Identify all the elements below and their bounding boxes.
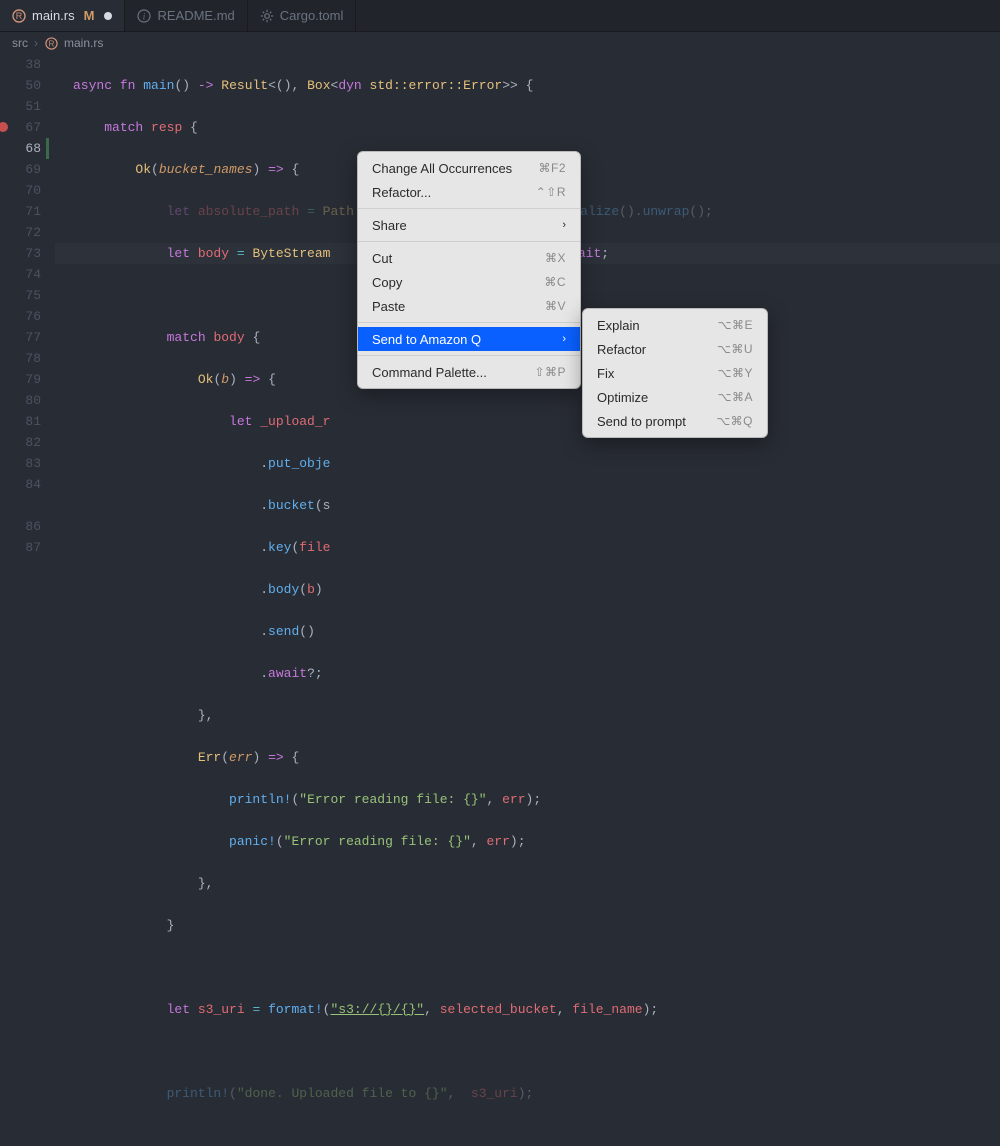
line-number: 51 [0, 96, 41, 117]
menu-copy[interactable]: Copy⌘C [358, 270, 580, 294]
menu-command-palette[interactable]: Command Palette...⇧⌘P [358, 360, 580, 384]
line-number [0, 495, 41, 516]
submenu-send-prompt[interactable]: Send to prompt⌥⌘Q [583, 409, 767, 433]
line-number: 82 [0, 432, 41, 453]
breadcrumb-file[interactable]: main.rs [64, 36, 103, 50]
menu-paste[interactable]: Paste⌘V [358, 294, 580, 318]
chevron-right-icon: › [562, 333, 566, 345]
line-number: 74 [0, 264, 41, 285]
menu-separator [358, 208, 580, 209]
line-number: 72 [0, 222, 41, 243]
line-number: 76 [0, 306, 41, 327]
info-file-icon: i [137, 9, 151, 23]
line-number: 70 [0, 180, 41, 201]
breakpoint-icon[interactable] [0, 122, 8, 132]
menu-share[interactable]: Share› [358, 213, 580, 237]
menu-change-occurrences[interactable]: Change All Occurrences⌘F2 [358, 156, 580, 180]
menu-cut[interactable]: Cut⌘X [358, 246, 580, 270]
gear-file-icon [260, 9, 274, 23]
line-number: 69 [0, 159, 41, 180]
line-number: 38 [0, 54, 41, 75]
line-number: 75 [0, 285, 41, 306]
svg-text:i: i [143, 11, 146, 21]
line-number: 87 [0, 537, 41, 558]
menu-separator [358, 355, 580, 356]
menu-separator [358, 322, 580, 323]
line-number: 67 [0, 117, 41, 138]
context-submenu-amazon-q: Explain⌥⌘E Refactor⌥⌘U Fix⌥⌘Y Optimize⌥⌘… [582, 308, 768, 438]
breadcrumb[interactable]: src › R main.rs [0, 32, 1000, 54]
line-number: 81 [0, 411, 41, 432]
submenu-fix[interactable]: Fix⌥⌘Y [583, 361, 767, 385]
menu-refactor[interactable]: Refactor...⌃⇧R [358, 180, 580, 204]
context-menu: Change All Occurrences⌘F2 Refactor...⌃⇧R… [357, 151, 581, 389]
tab-label: README.md [157, 8, 234, 23]
tab-cargo[interactable]: Cargo.toml [248, 0, 357, 31]
modified-badge: M [84, 8, 95, 23]
menu-send-amazon-q[interactable]: Send to Amazon Q› [358, 327, 580, 351]
tab-readme[interactable]: i README.md [125, 0, 247, 31]
editor-tabs: R main.rs M i README.md Cargo.toml [0, 0, 1000, 32]
line-number: 79 [0, 369, 41, 390]
dirty-indicator-icon [104, 12, 112, 20]
chevron-right-icon: › [562, 219, 566, 231]
line-number: 71 [0, 201, 41, 222]
svg-text:R: R [48, 39, 54, 48]
breadcrumb-folder[interactable]: src [12, 36, 28, 50]
rust-file-icon: R [12, 9, 26, 23]
chevron-right-icon: › [34, 36, 38, 50]
submenu-optimize[interactable]: Optimize⌥⌘A [583, 385, 767, 409]
line-gutter: 38 50 51 67 68 69 70 71 72 73 74 75 76 7… [0, 54, 55, 1146]
tab-label: Cargo.toml [280, 8, 344, 23]
line-number: 84 [0, 474, 41, 495]
line-number: 86 [0, 516, 41, 537]
line-number: 83 [0, 453, 41, 474]
rust-file-icon: R [44, 36, 58, 50]
submenu-explain[interactable]: Explain⌥⌘E [583, 313, 767, 337]
tab-main-rs[interactable]: R main.rs M [0, 0, 125, 31]
line-number: 78 [0, 348, 41, 369]
modified-marker [46, 138, 49, 159]
line-number: 80 [0, 390, 41, 411]
line-number: 77 [0, 327, 41, 348]
menu-separator [358, 241, 580, 242]
tab-label: main.rs [32, 8, 75, 23]
line-number: 50 [0, 75, 41, 96]
submenu-refactor[interactable]: Refactor⌥⌘U [583, 337, 767, 361]
line-number: 68 [0, 138, 41, 159]
line-number: 73 [0, 243, 41, 264]
svg-text:R: R [16, 11, 23, 21]
